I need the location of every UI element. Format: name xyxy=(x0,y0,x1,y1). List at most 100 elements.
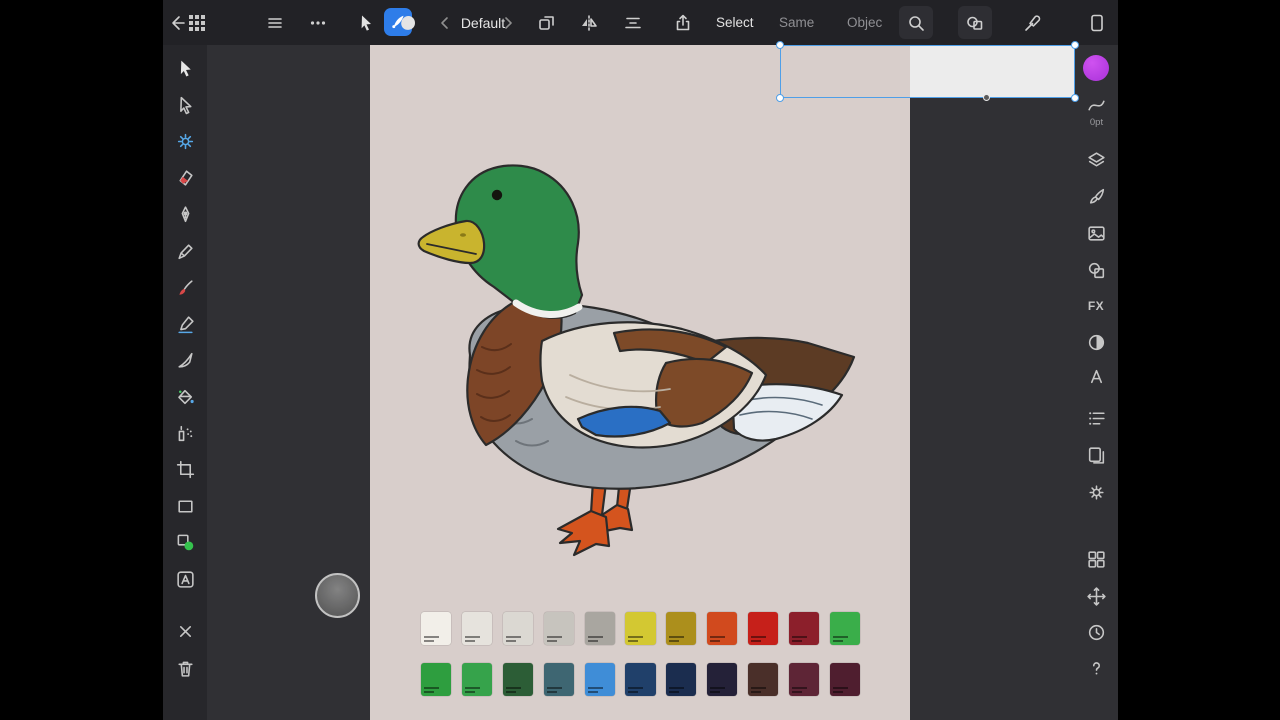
apps-grid-button[interactable] xyxy=(187,6,207,39)
image-panel-button[interactable] xyxy=(1082,219,1110,247)
menu-button[interactable] xyxy=(258,6,292,39)
gear-icon xyxy=(175,131,196,152)
select-tool[interactable] xyxy=(169,52,201,84)
color-swatch[interactable] xyxy=(748,612,778,645)
color-swatch[interactable] xyxy=(830,663,860,696)
swatch-label-line xyxy=(547,636,562,638)
color-swatch[interactable] xyxy=(625,663,655,696)
swatch-label-line xyxy=(465,691,475,693)
export-button[interactable] xyxy=(666,6,700,39)
more-options-button[interactable] xyxy=(301,6,335,39)
color-swatch[interactable] xyxy=(789,663,819,696)
character-button[interactable] xyxy=(1082,362,1110,390)
transform-button[interactable] xyxy=(530,6,564,39)
color-swatch[interactable] xyxy=(585,663,615,696)
move-arrows-icon xyxy=(1086,586,1107,607)
adjustments-button[interactable] xyxy=(1082,328,1110,356)
page-button[interactable] xyxy=(1080,6,1114,39)
selection-handle[interactable] xyxy=(776,94,784,102)
color-swatch[interactable] xyxy=(666,612,696,645)
select-button[interactable]: Select xyxy=(716,0,754,45)
color-swatch[interactable] xyxy=(503,663,533,696)
swatch-label-line xyxy=(792,636,807,638)
color-swatch[interactable] xyxy=(462,663,492,696)
color-swatch[interactable] xyxy=(625,612,655,645)
close-button[interactable] xyxy=(169,615,201,647)
layers-button[interactable] xyxy=(1082,146,1110,174)
color-swatch[interactable] xyxy=(585,612,615,645)
more-icon xyxy=(308,13,328,33)
preset-next-button[interactable] xyxy=(498,6,518,39)
text-tool-icon xyxy=(175,569,196,590)
color-swatch[interactable] xyxy=(462,612,492,645)
brush-tool[interactable] xyxy=(169,272,201,304)
appearance-button[interactable] xyxy=(958,6,992,39)
shapes-panel-button[interactable] xyxy=(1082,256,1110,284)
help-icon xyxy=(1086,658,1107,679)
color-swatch[interactable] xyxy=(421,663,451,696)
pages-button[interactable] xyxy=(1082,441,1110,469)
select-same-button[interactable]: Same xyxy=(779,0,814,45)
pen-tool[interactable] xyxy=(169,198,201,230)
pen-nib-icon xyxy=(175,204,196,225)
crop-tool[interactable] xyxy=(169,453,201,485)
transform-panel-button[interactable] xyxy=(1082,582,1110,610)
history-button[interactable] xyxy=(1082,618,1110,646)
help-button[interactable] xyxy=(1082,654,1110,682)
plugins-gear-icon xyxy=(1086,482,1107,503)
canvas-artboard[interactable] xyxy=(370,45,910,720)
eyedropper-button[interactable] xyxy=(1016,6,1050,39)
selection-marquee[interactable] xyxy=(780,45,1075,98)
plugins-button[interactable] xyxy=(1082,478,1110,506)
duck-beak xyxy=(419,221,485,263)
eraser-tool[interactable] xyxy=(169,161,201,193)
spray-tool[interactable] xyxy=(169,417,201,449)
flip-button[interactable] xyxy=(572,6,606,39)
fill-color-button[interactable] xyxy=(1082,54,1110,82)
color-swatch[interactable] xyxy=(830,612,860,645)
fill-bucket-tool[interactable] xyxy=(169,381,201,413)
selection-handle[interactable] xyxy=(983,94,990,101)
color-swatch[interactable] xyxy=(503,612,533,645)
color-swatch[interactable] xyxy=(666,663,696,696)
top-toolbar: Default Select Same Objec xyxy=(163,0,1118,45)
color-swatch[interactable] xyxy=(544,612,574,645)
color-swatch[interactable] xyxy=(789,612,819,645)
brush-panel-button[interactable] xyxy=(1082,182,1110,210)
preset-prev-button[interactable] xyxy=(435,6,455,39)
selection-handle[interactable] xyxy=(776,41,784,49)
export-icon xyxy=(673,13,693,33)
back-button[interactable] xyxy=(168,6,188,39)
paint-blob-button[interactable] xyxy=(391,6,425,39)
align-button[interactable] xyxy=(616,6,650,39)
stroke-style-button[interactable] xyxy=(1082,91,1110,119)
swatch-label-line xyxy=(751,687,766,689)
swatch-label-line xyxy=(710,687,725,689)
swatch-label-line xyxy=(751,640,761,642)
knife-tool[interactable] xyxy=(169,344,201,376)
effects-button[interactable]: FX xyxy=(1082,292,1110,320)
viewport-widget-button[interactable] xyxy=(315,573,360,618)
node-tool[interactable] xyxy=(169,89,201,121)
color-swatch[interactable] xyxy=(421,612,451,645)
cursor-mode-button[interactable] xyxy=(349,6,383,39)
swatch-row-1 xyxy=(421,612,860,645)
zoom-icon xyxy=(906,13,926,33)
delete-button[interactable] xyxy=(169,652,201,684)
grid-panel-button[interactable] xyxy=(1082,545,1110,573)
swatch-label-line xyxy=(547,687,562,689)
paragraph-button[interactable] xyxy=(1082,404,1110,432)
gear-tool[interactable] xyxy=(169,125,201,157)
marker-tool[interactable] xyxy=(169,308,201,340)
zoom-button[interactable] xyxy=(899,6,933,39)
text-tool[interactable] xyxy=(169,563,201,595)
color-swatch[interactable] xyxy=(707,663,737,696)
color-swatch[interactable] xyxy=(748,663,778,696)
pencil-tool[interactable] xyxy=(169,235,201,267)
color-swatch[interactable] xyxy=(707,612,737,645)
rectangle-tool[interactable] xyxy=(169,490,201,522)
select-object-button[interactable]: Objec xyxy=(847,0,887,45)
shape-builder-tool[interactable] xyxy=(169,526,201,558)
color-swatch[interactable] xyxy=(544,663,574,696)
swatch-label-line xyxy=(547,691,557,693)
